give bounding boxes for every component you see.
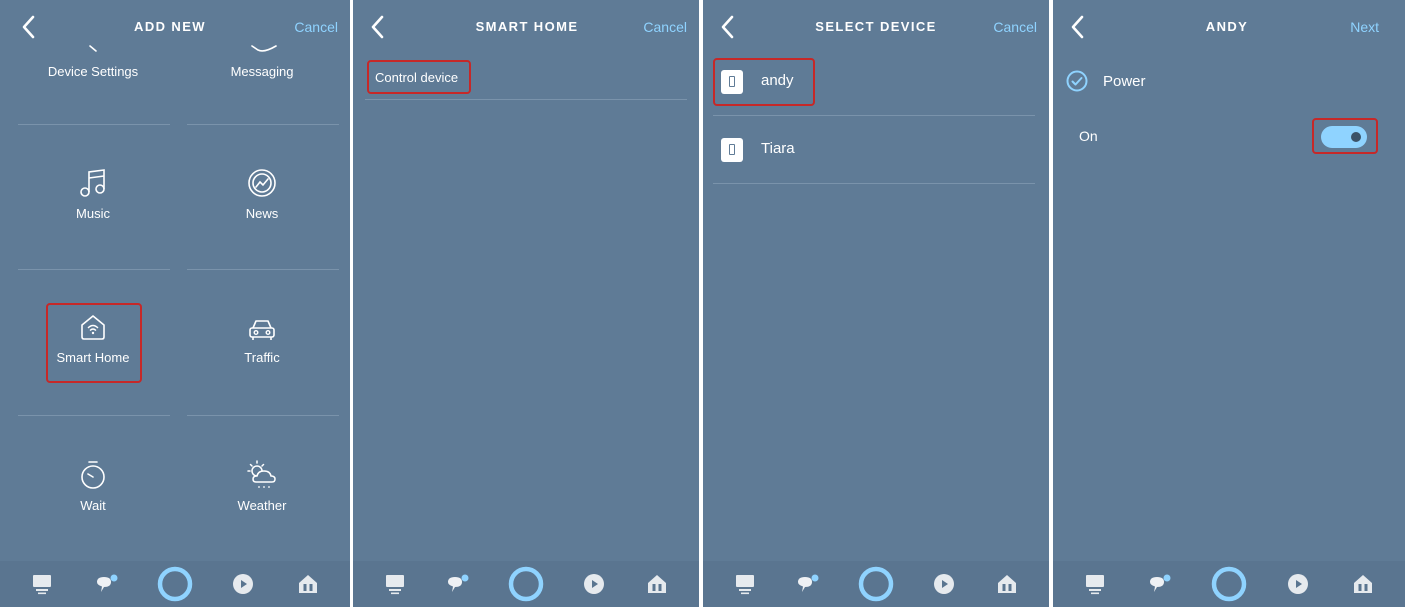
tile-label: Weather bbox=[237, 498, 287, 513]
devices-icon[interactable] bbox=[991, 568, 1023, 600]
header: SMART HOME Cancel bbox=[353, 0, 699, 56]
device-row-tiara[interactable]: Tiara bbox=[713, 116, 1035, 184]
bottom-nav bbox=[703, 561, 1049, 607]
highlight-box bbox=[367, 60, 471, 94]
bottom-nav bbox=[0, 561, 350, 607]
power-label: Power bbox=[1103, 73, 1146, 90]
device-name: Tiara bbox=[761, 140, 795, 157]
music-note-icon bbox=[80, 169, 105, 197]
tile-label: Wait bbox=[80, 498, 106, 513]
bottom-nav bbox=[1053, 561, 1405, 607]
messaging-icon bbox=[251, 45, 277, 52]
play-icon[interactable] bbox=[1282, 568, 1314, 600]
add-new-screen: ADD NEW Cancel Device Settings Messaging… bbox=[0, 0, 350, 607]
switch-icon bbox=[721, 138, 743, 162]
home-icon[interactable] bbox=[729, 568, 761, 600]
tile-label: Messaging bbox=[230, 64, 294, 79]
next-button[interactable]: Next bbox=[1350, 19, 1379, 35]
communicate-icon[interactable] bbox=[91, 568, 123, 600]
divider bbox=[187, 415, 339, 416]
tile-traffic[interactable]: Traffic bbox=[187, 316, 337, 365]
divider bbox=[187, 124, 339, 125]
home-icon[interactable] bbox=[26, 568, 58, 600]
andy-device-screen: ANDY Next Power On bbox=[1053, 0, 1405, 607]
tile-device-settings[interactable]: Device Settings bbox=[18, 64, 168, 79]
divider bbox=[18, 415, 170, 416]
on-label: On bbox=[1079, 128, 1098, 144]
devices-icon[interactable] bbox=[292, 568, 324, 600]
bottom-nav bbox=[353, 561, 699, 607]
tile-wait[interactable]: Wait bbox=[18, 460, 168, 513]
header: ANDY Next bbox=[1053, 0, 1405, 56]
play-icon[interactable] bbox=[578, 568, 610, 600]
car-icon bbox=[249, 320, 275, 340]
home-icon[interactable] bbox=[1079, 568, 1111, 600]
divider bbox=[18, 124, 170, 125]
communicate-icon[interactable] bbox=[1144, 568, 1176, 600]
cancel-button[interactable]: Cancel bbox=[993, 19, 1037, 35]
tile-label: Device Settings bbox=[47, 64, 139, 79]
communicate-icon[interactable] bbox=[442, 568, 474, 600]
tile-weather[interactable]: Weather bbox=[187, 460, 337, 513]
devices-icon[interactable] bbox=[1347, 568, 1379, 600]
timer-icon bbox=[81, 461, 105, 489]
tile-label: Traffic bbox=[244, 350, 280, 365]
smart-home-screen: SMART HOME Cancel Control device bbox=[353, 0, 699, 607]
communicate-icon[interactable] bbox=[792, 568, 824, 600]
cancel-button[interactable]: Cancel bbox=[643, 19, 687, 35]
tile-label: News bbox=[245, 206, 279, 221]
cancel-button[interactable]: Cancel bbox=[294, 19, 338, 35]
tile-news[interactable]: News bbox=[187, 168, 337, 221]
devices-icon[interactable] bbox=[641, 568, 673, 600]
alexa-icon[interactable] bbox=[1209, 564, 1249, 604]
alexa-icon[interactable] bbox=[506, 564, 546, 604]
tile-music[interactable]: Music bbox=[18, 168, 168, 221]
play-icon[interactable] bbox=[928, 568, 960, 600]
alexa-icon[interactable] bbox=[856, 564, 896, 604]
highlight-box bbox=[1312, 118, 1378, 154]
weather-icon bbox=[247, 460, 276, 488]
device-settings-icon bbox=[89, 45, 97, 52]
header: ADD NEW Cancel bbox=[0, 0, 350, 56]
divider bbox=[18, 269, 170, 270]
divider bbox=[187, 269, 339, 270]
highlight-box bbox=[46, 303, 142, 383]
tile-messaging[interactable]: Messaging bbox=[187, 64, 337, 79]
news-icon bbox=[248, 169, 276, 197]
alexa-icon[interactable] bbox=[155, 564, 195, 604]
select-device-screen: SELECT DEVICE Cancel andy Tiara bbox=[703, 0, 1049, 607]
tile-label: Music bbox=[76, 206, 110, 221]
highlight-box bbox=[713, 58, 815, 106]
home-icon[interactable] bbox=[379, 568, 411, 600]
check-circle-icon bbox=[1066, 70, 1088, 92]
play-icon[interactable] bbox=[227, 568, 259, 600]
